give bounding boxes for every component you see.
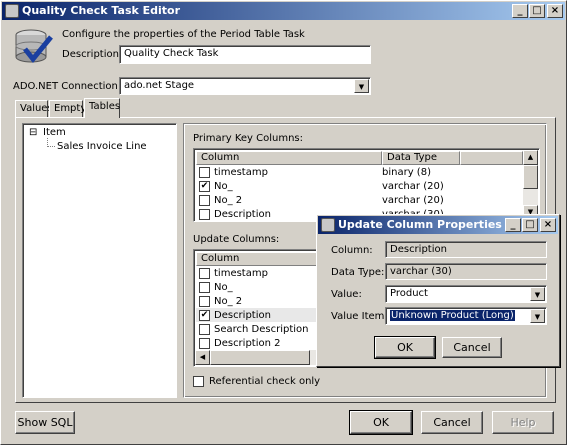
row-type: binary (8) — [382, 166, 431, 178]
check-icon: ✔ — [200, 309, 209, 320]
dialog-value-select[interactable]: Product ▼ — [385, 285, 547, 303]
primary-key-grid[interactable]: Column Data Type timestamp binary (8) ✔ … — [193, 148, 540, 222]
database-check-icon — [15, 29, 53, 63]
tree-node-child[interactable]: Sales Invoice Line — [57, 141, 147, 152]
close-button[interactable]: × — [547, 4, 563, 18]
description-input[interactable]: Quality Check Task — [119, 45, 371, 64]
tree-collapse-icon[interactable]: ⊟ — [29, 127, 37, 138]
scroll-thumb[interactable] — [210, 350, 310, 365]
show-sql-button[interactable]: Show SQL — [15, 411, 75, 434]
chevron-down-icon[interactable]: ▼ — [530, 287, 545, 301]
table-row[interactable]: timestamp binary (8) — [196, 165, 523, 179]
app-icon — [5, 4, 19, 18]
connection-label: ADO.NET Connection: — [13, 81, 122, 92]
row-checkbox[interactable] — [199, 281, 210, 293]
dialog-column-field: Description — [385, 241, 547, 258]
row-checkbox[interactable] — [199, 208, 210, 220]
header-filler — [460, 151, 523, 165]
row-checkbox[interactable] — [199, 337, 210, 349]
row-column: No_ 2 — [214, 194, 243, 206]
dialog-valueitem-label: Value Item: — [331, 311, 388, 322]
scroll-thumb[interactable] — [523, 165, 538, 189]
row-checkbox[interactable] — [199, 323, 210, 335]
scroll-up-icon[interactable]: ▲ — [523, 150, 538, 165]
dialog-icon — [321, 218, 335, 232]
chevron-down-icon[interactable]: ▼ — [354, 79, 369, 93]
tab-values[interactable]: Values — [15, 100, 53, 118]
update-column-properties-dialog: Update Column Properties _ □ × Column: D… — [316, 214, 560, 367]
row-checkbox[interactable]: ✔ — [199, 180, 210, 192]
minimize-button[interactable]: _ — [512, 4, 528, 18]
dialog-datatype-label: Data Type: — [331, 267, 385, 278]
ok-button[interactable]: OK — [349, 410, 413, 435]
row-column: No_ 2 — [214, 295, 243, 307]
tree-node-root[interactable]: Item — [43, 127, 66, 138]
connection-select[interactable]: ado.net Stage ▼ — [119, 77, 371, 95]
window-title: Quality Check Task Editor — [22, 4, 181, 17]
scroll-left-icon[interactable]: ◀ — [195, 350, 210, 365]
cancel-button[interactable]: Cancel — [421, 411, 483, 434]
vertical-scrollbar[interactable]: ▲ ▼ — [523, 150, 538, 220]
dialog-value-label: Value: — [331, 289, 362, 300]
dialog-minimize-button[interactable]: _ — [505, 218, 521, 232]
row-column: timestamp — [214, 267, 268, 279]
dialog-column-label: Column: — [331, 245, 373, 256]
title-bar[interactable]: Quality Check Task Editor _ □ × — [2, 2, 565, 20]
connection-value: ado.net Stage — [124, 80, 195, 91]
primary-key-label: Primary Key Columns: — [193, 133, 304, 144]
update-columns-label: Update Columns: — [193, 234, 280, 245]
row-checkbox[interactable] — [199, 194, 210, 206]
row-column: No_ — [214, 281, 233, 293]
tree-connector — [47, 146, 55, 147]
tab-empty[interactable]: Empty — [49, 100, 86, 118]
dialog-value-text: Product — [390, 288, 428, 299]
dialog-close-button[interactable]: × — [540, 218, 556, 232]
column-header[interactable]: Column — [196, 151, 382, 165]
table-row[interactable]: No_ 2 varchar (20) — [196, 193, 523, 207]
table-tree[interactable]: ⊟ Item Sales Invoice Line — [22, 123, 177, 398]
help-button[interactable]: Help — [492, 411, 554, 434]
task-editor-window: Quality Check Task Editor _ □ × Configur… — [0, 0, 567, 445]
intro-text: Configure the properties of the Period T… — [62, 29, 305, 40]
row-column: Description 2 — [214, 337, 281, 349]
datatype-header[interactable]: Data Type — [382, 151, 460, 165]
dialog-valueitem-text: Unknown Product (Long) — [390, 310, 515, 321]
referential-check-label: Referential check only — [209, 376, 321, 387]
description-label: Description: — [62, 49, 123, 60]
row-column: No_ — [214, 180, 233, 192]
grid-header: Column Data Type — [196, 151, 523, 165]
row-checkbox[interactable] — [199, 267, 210, 279]
dialog-ok-button[interactable]: OK — [374, 336, 436, 359]
maximize-button[interactable]: □ — [529, 4, 545, 18]
row-checkbox[interactable]: ✔ — [199, 309, 210, 321]
row-type: varchar (20) — [382, 180, 444, 192]
dialog-datatype-field: varchar (30) — [385, 263, 547, 280]
chevron-down-icon[interactable]: ▼ — [530, 309, 545, 323]
row-checkbox[interactable] — [199, 295, 210, 307]
table-row[interactable]: ✔ No_ varchar (20) — [196, 179, 523, 193]
row-checkbox[interactable] — [199, 166, 210, 178]
row-type: varchar (20) — [382, 194, 444, 206]
tab-tables[interactable]: Tables — [84, 98, 120, 118]
row-column: Description — [214, 309, 271, 321]
check-icon: ✔ — [200, 180, 209, 191]
dialog-valueitem-select[interactable]: Unknown Product (Long) ▼ — [385, 307, 547, 325]
row-column: Search Description — [214, 323, 309, 335]
dialog-title-bar[interactable]: Update Column Properties _ □ × — [318, 216, 558, 234]
referential-check-checkbox[interactable] — [193, 376, 204, 387]
dialog-maximize-button[interactable]: □ — [522, 218, 538, 232]
dialog-title: Update Column Properties — [338, 218, 502, 231]
row-column: timestamp — [214, 166, 268, 178]
dialog-cancel-button[interactable]: Cancel — [442, 337, 502, 358]
